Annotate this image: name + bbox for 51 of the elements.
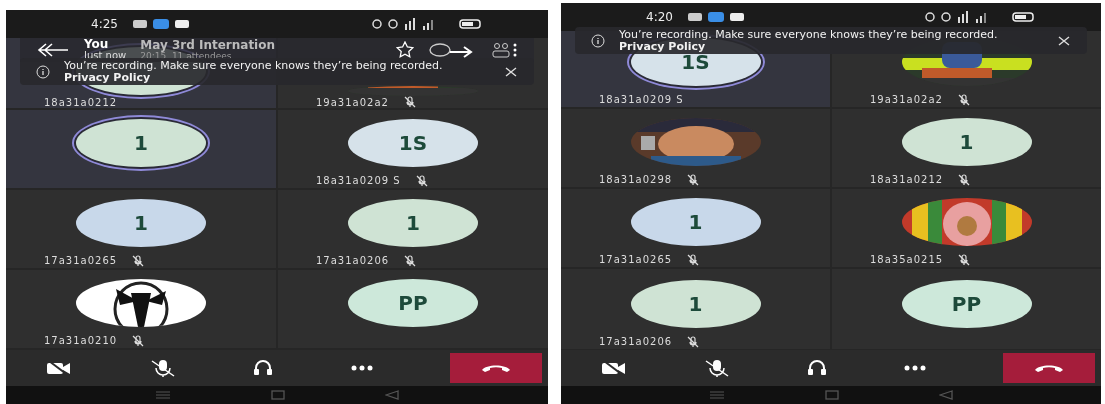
camera-off-icon[interactable] — [601, 360, 627, 376]
avatar: 1 — [348, 199, 478, 247]
people-icon[interactable] — [492, 42, 518, 58]
app-icon — [151, 18, 170, 30]
message-icon — [131, 18, 148, 30]
meeting-title: May 3rd Internation — [140, 38, 277, 51]
phone-icon — [1034, 363, 1064, 373]
self-label: You — [84, 38, 110, 50]
more-icon[interactable] — [350, 365, 373, 371]
participant-name: 18a35a0215 — [870, 253, 944, 267]
participant-name: 17a31a0265 — [599, 253, 673, 267]
avatar: 1 — [630, 280, 761, 328]
headset-icon[interactable] — [253, 359, 273, 377]
participant-name: 17a31a0206 — [316, 254, 390, 268]
info-icon — [36, 64, 50, 79]
more-icon[interactable] — [904, 365, 926, 371]
avatar: 1 — [76, 199, 206, 247]
app-icon — [173, 18, 190, 30]
star-icon[interactable] — [396, 41, 414, 59]
participant-name: 17a31a0265 — [44, 254, 118, 268]
participant-name: 18a31a0212 — [44, 95, 118, 108]
hang-up-button[interactable] — [450, 353, 542, 383]
info-icon — [591, 33, 605, 48]
avatar: 1 — [901, 118, 1032, 166]
participant-name: 17a31a0206 — [599, 335, 673, 349]
status-time: 4:20 — [646, 9, 673, 26]
avatar: 1S — [348, 119, 478, 167]
app-icon — [728, 11, 745, 23]
battery-icon — [459, 18, 483, 30]
participant-name: 17a31a0210 — [44, 334, 118, 348]
app-icon — [706, 11, 725, 23]
hang-up-button[interactable] — [1003, 353, 1095, 383]
participant-name: 18a31a0209 S — [599, 93, 684, 107]
mic-off-icon[interactable] — [149, 359, 176, 377]
participant-name: 18a31a0298 — [599, 173, 673, 187]
avatar: PP — [348, 279, 478, 327]
camera-off-icon[interactable] — [46, 360, 72, 376]
mic-off-icon[interactable] — [704, 359, 730, 377]
status-time: 4:25 — [91, 16, 118, 33]
participant-name: 18a31a0212 — [870, 173, 944, 187]
avatar: 1 — [630, 198, 761, 246]
banner-text: You’re recording. Make sure everyone knows they’re being recorded. Privacy Policy — [64, 59, 444, 84]
self-time: Just now — [84, 50, 127, 61]
participant-name: 19a31a02a2 — [316, 95, 389, 108]
headset-icon[interactable] — [807, 359, 827, 377]
battery-icon — [1012, 11, 1036, 23]
participant-name: 19a31a02a2 — [870, 93, 943, 107]
avatar: PP — [901, 280, 1032, 328]
phone-icon — [481, 363, 511, 373]
message-icon — [686, 11, 703, 23]
participant-name: 18a31a0209 S — [316, 174, 401, 188]
